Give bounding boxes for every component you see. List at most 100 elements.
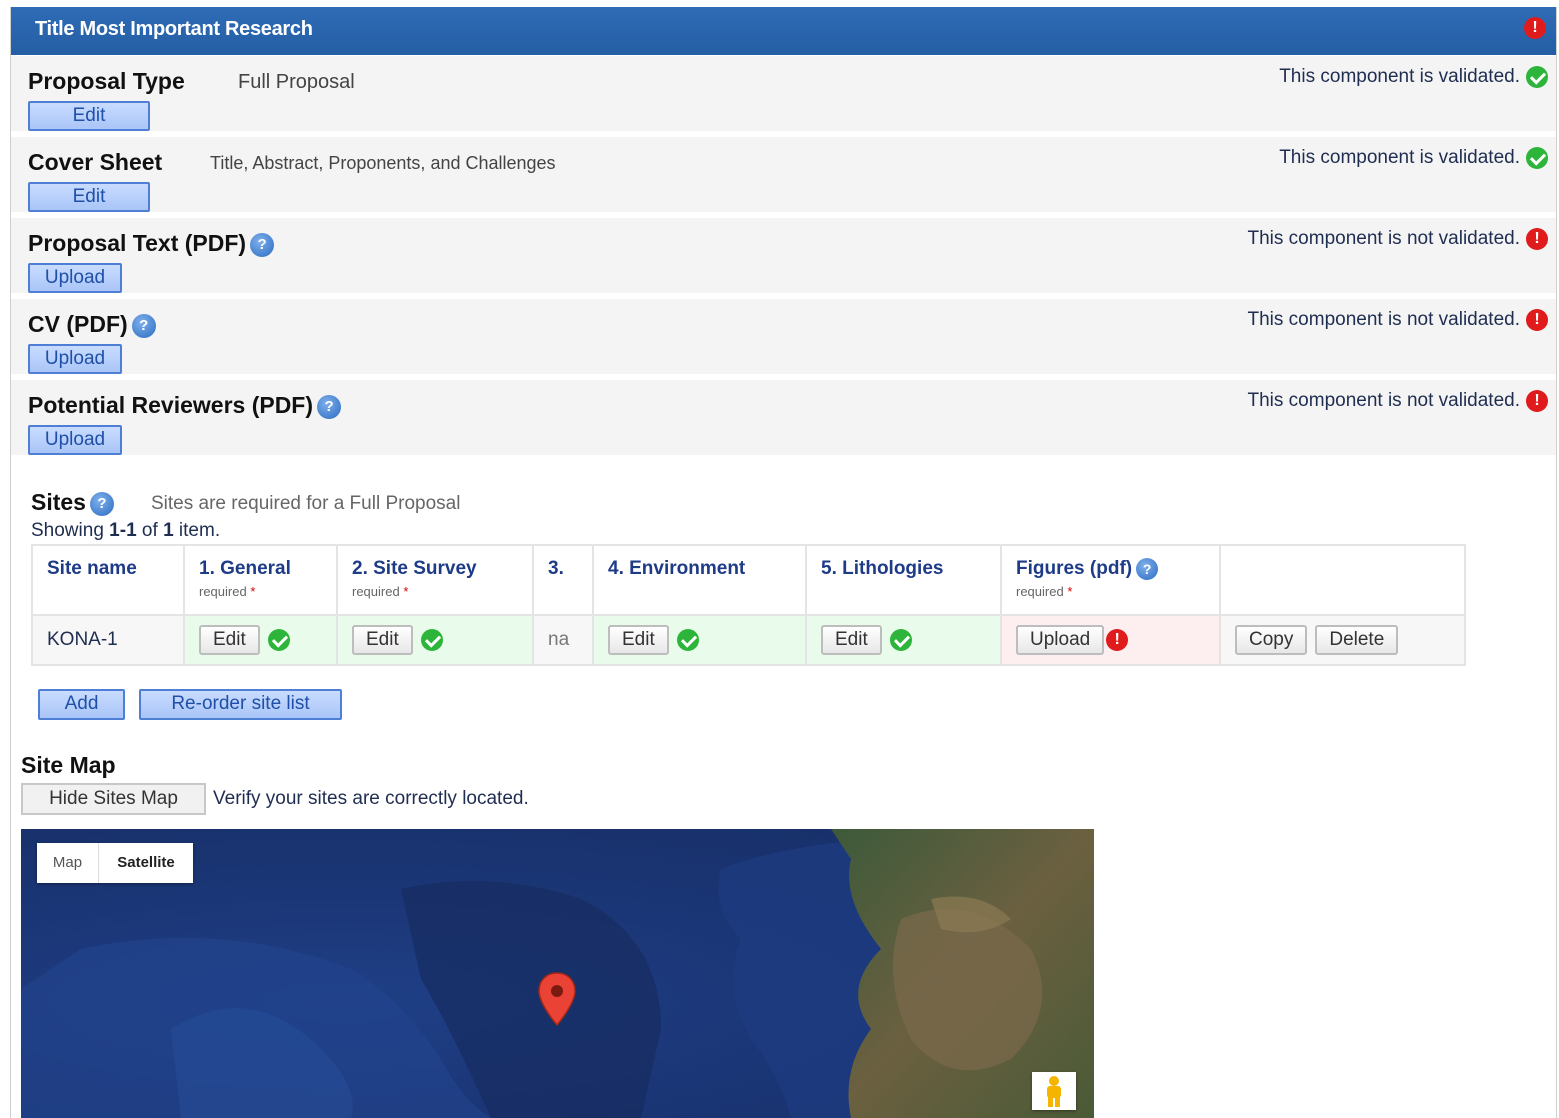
lithologies-cell: Edit: [805, 614, 1002, 666]
map-marker-icon[interactable]: [537, 971, 577, 1027]
copy-button[interactable]: Copy: [1235, 625, 1308, 655]
col-environment[interactable]: 4. Environment: [592, 544, 807, 616]
column-label: 2. Site Survey: [352, 558, 477, 579]
help-icon[interactable]: ?: [250, 232, 275, 257]
component-name-text: CV (PDF): [28, 311, 128, 337]
edit-button[interactable]: Edit: [28, 182, 150, 212]
col-lithologies[interactable]: 5. Lithologies: [805, 544, 1002, 616]
proposal-panel: Title Most Important Research ! Proposal…: [10, 7, 1557, 1118]
showing-of: of: [141, 520, 158, 541]
sites-table: Site name 1. General required * 2. Site S…: [31, 544, 1466, 666]
col-site-name[interactable]: Site name: [31, 544, 185, 616]
upload-button[interactable]: Upload: [28, 263, 122, 293]
survey-cell: Edit: [336, 614, 534, 666]
column-label: Figures (pdf): [1016, 558, 1133, 580]
component-cv: CV (PDF)? This component is not validate…: [11, 299, 1556, 377]
sites-requirement: Sites are required for a Full Proposal: [151, 493, 461, 514]
proposal-header: Title Most Important Research !: [11, 7, 1556, 55]
check-icon: [1526, 66, 1548, 88]
col-site-survey[interactable]: 2. Site Survey required *: [336, 544, 534, 616]
site-map-title: Site Map: [21, 752, 116, 778]
component-status: This component is not validated.!: [1248, 309, 1548, 331]
sites-title-text: Sites: [31, 489, 86, 515]
required-note: required *: [1016, 584, 1205, 599]
required-note: required *: [352, 584, 518, 599]
site-name-cell: KONA-1: [31, 614, 185, 666]
exclamation-icon: !: [1526, 390, 1548, 412]
help-icon[interactable]: ?: [131, 313, 156, 338]
add-button[interactable]: Add: [38, 689, 125, 720]
showing-range: 1-1: [109, 520, 137, 541]
column-label: 1. General: [199, 558, 291, 579]
edit-general-button[interactable]: Edit: [199, 625, 260, 655]
column-label: 5. Lithologies: [821, 558, 944, 579]
component-status: This component is validated.: [1279, 147, 1548, 169]
component-status: This component is validated.: [1279, 66, 1548, 88]
col3-cell: na: [532, 614, 594, 666]
component-proposal-type: Proposal Type Full Proposal This compone…: [11, 56, 1556, 134]
required-mark: *: [1067, 584, 1073, 600]
component-name-text: Proposal Text (PDF): [28, 230, 247, 256]
exclamation-icon: !: [1106, 629, 1129, 651]
status-text: This component is validated.: [1279, 66, 1520, 87]
component-status: This component is not validated.!: [1248, 390, 1548, 412]
upload-figures-button[interactable]: Upload: [1016, 625, 1105, 655]
check-icon: [676, 629, 699, 651]
check-icon: [267, 629, 290, 651]
showing-summary: Showing 1-1 of 1 item.: [31, 520, 220, 542]
exclamation-icon: !: [1526, 309, 1548, 331]
edit-environment-button[interactable]: Edit: [608, 625, 669, 655]
component-proposal-text: Proposal Text (PDF)? This component is n…: [11, 218, 1556, 296]
component-name: CV (PDF)?: [28, 311, 156, 338]
map-tab[interactable]: Map: [37, 843, 99, 883]
figures-cell: Upload!: [1000, 614, 1221, 666]
check-icon: [889, 629, 912, 651]
check-icon: [1526, 147, 1548, 169]
required-text: required: [199, 584, 247, 599]
component-status: This component is not validated.!: [1248, 228, 1548, 250]
upload-button[interactable]: Upload: [28, 425, 122, 455]
reorder-button[interactable]: Re-order site list: [139, 689, 342, 720]
street-view-control[interactable]: [1032, 1072, 1076, 1110]
environment-cell: Edit: [592, 614, 807, 666]
proposal-title: Title Most Important Research: [35, 18, 313, 40]
delete-button[interactable]: Delete: [1315, 625, 1399, 655]
component-name: Cover Sheet: [28, 149, 163, 175]
col-general[interactable]: 1. General required *: [183, 544, 338, 616]
table-header-row: Site name 1. General required * 2. Site S…: [31, 544, 1466, 616]
col-3[interactable]: 3.: [532, 544, 594, 616]
help-icon[interactable]: ?: [1136, 558, 1159, 580]
help-icon[interactable]: ?: [317, 394, 342, 419]
verify-text: Verify your sites are correctly located.: [213, 788, 529, 809]
help-icon[interactable]: ?: [89, 491, 114, 516]
col-figures[interactable]: Figures (pdf)? required *: [1000, 544, 1221, 616]
required-mark: *: [250, 584, 256, 599]
showing-prefix: Showing: [31, 520, 104, 541]
required-text: required: [352, 584, 400, 599]
site-map[interactable]: Map Satellite: [21, 829, 1094, 1118]
map-type-toggle: Map Satellite: [37, 843, 193, 883]
column-label: Site name: [47, 558, 137, 579]
exclamation-icon: !: [1524, 17, 1546, 39]
edit-button[interactable]: Edit: [28, 101, 150, 131]
edit-lithologies-button[interactable]: Edit: [821, 625, 882, 655]
showing-suffix: item.: [178, 520, 221, 541]
check-icon: [420, 629, 443, 651]
general-cell: Edit: [183, 614, 338, 666]
column-label: 4. Environment: [608, 558, 746, 579]
status-text: This component is validated.: [1279, 147, 1520, 168]
component-name: Proposal Type: [28, 68, 185, 94]
component-desc: Title, Abstract, Proponents, and Challen…: [210, 153, 556, 173]
showing-count: 1: [163, 520, 174, 541]
actions-cell: Copy Delete: [1219, 614, 1466, 666]
component-name: Potential Reviewers (PDF)?: [28, 392, 342, 419]
component-name: Proposal Text (PDF)?: [28, 230, 275, 257]
upload-button[interactable]: Upload: [28, 344, 122, 374]
component-desc: Full Proposal: [238, 71, 355, 93]
satellite-tab[interactable]: Satellite: [99, 843, 193, 883]
hide-map-button[interactable]: Hide Sites Map: [21, 783, 206, 815]
col-actions: [1219, 544, 1466, 616]
edit-survey-button[interactable]: Edit: [352, 625, 413, 655]
exclamation-icon: !: [1526, 228, 1548, 250]
required-mark: *: [403, 584, 409, 599]
